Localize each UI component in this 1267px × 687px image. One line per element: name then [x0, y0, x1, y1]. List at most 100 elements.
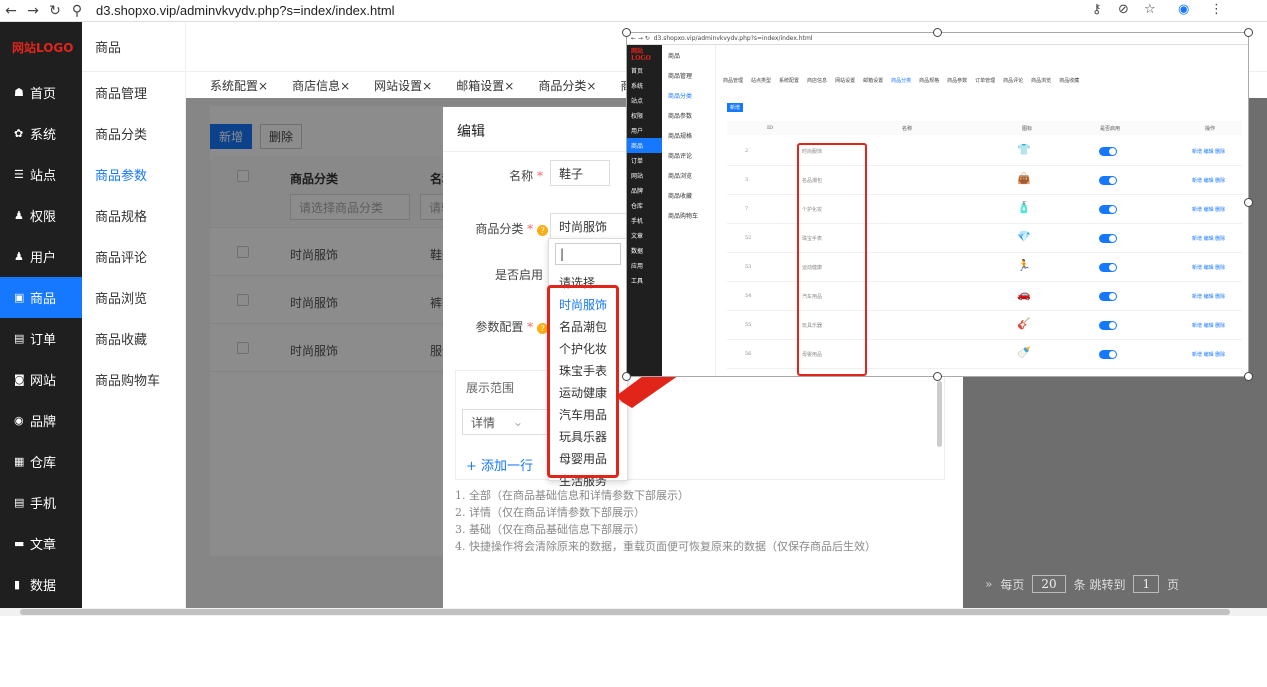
- inset-tab[interactable]: 商品浏览: [1031, 77, 1051, 84]
- inset-tab[interactable]: 商品评论: [1003, 77, 1023, 84]
- inset-sidebar-item[interactable]: 订单: [627, 153, 662, 168]
- inset-sidebar-item[interactable]: 文章: [627, 228, 662, 243]
- inset-submenu-item[interactable]: 商品分类: [662, 85, 715, 105]
- inset-sidebar-item[interactable]: 站点: [627, 93, 662, 108]
- submenu-item[interactable]: 商品购物车: [82, 359, 185, 400]
- submenu-item[interactable]: 商品参数: [82, 154, 185, 195]
- submenu-item[interactable]: 商品规格: [82, 195, 185, 236]
- sidebar-item[interactable]: ▣ 商品: [0, 277, 82, 318]
- sidebar-item[interactable]: ◉ 品牌: [0, 400, 82, 441]
- inset-sidebar-item[interactable]: 系统: [627, 78, 662, 93]
- inset-sidebar-item[interactable]: 权限: [627, 108, 662, 123]
- handle[interactable]: [1244, 28, 1253, 37]
- inset-row-ops[interactable]: 新增 编辑 删除: [1192, 322, 1225, 329]
- tab-item[interactable]: 邮箱设置×: [432, 77, 514, 94]
- submenu-item[interactable]: 商品分类: [82, 113, 185, 154]
- sidebar-item[interactable]: ✎ 工具: [0, 646, 82, 687]
- star-icon[interactable]: ☆: [1144, 2, 1156, 17]
- per-page-input[interactable]: 20: [1032, 575, 1066, 593]
- sidebar-item[interactable]: ▤ 订单: [0, 318, 82, 359]
- tab-item[interactable]: 网站设置×: [350, 77, 432, 94]
- sidebar-item[interactable]: ▤ 手机: [0, 482, 82, 523]
- enabled-toggle[interactable]: [1099, 147, 1117, 156]
- tab-close-icon[interactable]: ×: [422, 79, 432, 93]
- category-select[interactable]: 时尚服饰: [550, 213, 630, 239]
- handle[interactable]: [1244, 372, 1253, 381]
- inset-tab[interactable]: 站点类型: [751, 77, 771, 84]
- inset-row-ops[interactable]: 新增 编辑 删除: [1192, 177, 1225, 184]
- inset-sidebar-item[interactable]: 数据: [627, 243, 662, 258]
- dropdown-search-input[interactable]: |: [555, 243, 621, 265]
- inset-tab[interactable]: 商品管理: [723, 77, 743, 84]
- submenu-item[interactable]: 商品评论: [82, 236, 185, 277]
- sidebar-item[interactable]: ♟ 权限: [0, 195, 82, 236]
- inset-submenu-item[interactable]: 商品购物车: [662, 205, 715, 225]
- tab-item[interactable]: 系统配置×: [186, 77, 268, 94]
- range-select[interactable]: 详情 ⌄: [462, 409, 548, 435]
- site-info-icon[interactable]: ⚲: [66, 3, 88, 19]
- sidebar-item[interactable]: ▦ 仓库: [0, 441, 82, 482]
- inset-tab[interactable]: 订单管理: [975, 77, 995, 84]
- inset-submenu-item[interactable]: 商品规格: [662, 125, 715, 145]
- back-icon[interactable]: ←: [0, 3, 22, 19]
- forward-icon[interactable]: →: [22, 3, 44, 19]
- sidebar-item[interactable]: ▮ 数据: [0, 564, 82, 605]
- inset-tab[interactable]: 邮箱设置: [863, 77, 883, 84]
- sidebar-item[interactable]: ✿ 系统: [0, 113, 82, 154]
- inset-submenu-item[interactable]: 商品收藏: [662, 185, 715, 205]
- enabled-toggle[interactable]: [1099, 234, 1117, 243]
- inset-submenu-item[interactable]: 商品浏览: [662, 165, 715, 185]
- address-bar[interactable]: d3.shopxo.vip/adminvkvydv.php?s=index/in…: [96, 3, 395, 18]
- inset-row-ops[interactable]: 新增 编辑 删除: [1192, 293, 1225, 300]
- inset-sidebar-item[interactable]: 工具: [627, 273, 662, 288]
- range-scrollbar[interactable]: [937, 381, 942, 447]
- tab-close-icon[interactable]: ×: [340, 79, 350, 93]
- inset-tab[interactable]: 商店信息: [807, 77, 827, 84]
- inset-submenu-item[interactable]: 商品参数: [662, 105, 715, 125]
- inset-tab[interactable]: 商品收藏: [1059, 77, 1079, 84]
- sidebar-item[interactable]: ♟ 用户: [0, 236, 82, 277]
- enabled-toggle[interactable]: [1099, 176, 1117, 185]
- submenu-item[interactable]: 商品收藏: [82, 318, 185, 359]
- handle[interactable]: [622, 28, 631, 37]
- tab-item[interactable]: 商店信息×: [268, 77, 350, 94]
- inset-tab[interactable]: 网站设置: [835, 77, 855, 84]
- inset-sidebar-item[interactable]: 应用: [627, 258, 662, 273]
- inset-sidebar-item[interactable]: 用户: [627, 123, 662, 138]
- name-input[interactable]: 鞋子: [550, 160, 610, 186]
- inset-sidebar-item[interactable]: 品牌: [627, 183, 662, 198]
- enabled-toggle[interactable]: [1099, 205, 1117, 214]
- sidebar-item[interactable]: ☰ 站点: [0, 154, 82, 195]
- inset-sidebar-item[interactable]: 商品: [627, 138, 662, 153]
- inset-submenu-item[interactable]: 商品: [662, 45, 715, 65]
- inset-sidebar-item[interactable]: 手机: [627, 213, 662, 228]
- inset-row-ops[interactable]: 新增 编辑 删除: [1192, 206, 1225, 213]
- eye-off-icon[interactable]: ⊘: [1118, 2, 1129, 17]
- sidebar-item[interactable]: ▬ 文章: [0, 523, 82, 564]
- sidebar-item[interactable]: ☗ 首页: [0, 72, 82, 113]
- horizontal-scrollbar[interactable]: [0, 608, 1267, 616]
- enabled-toggle[interactable]: [1099, 350, 1117, 359]
- handle[interactable]: [933, 28, 942, 37]
- inset-tab[interactable]: 系统配置: [779, 77, 799, 84]
- enabled-toggle[interactable]: [1099, 263, 1117, 272]
- handle[interactable]: [933, 372, 942, 381]
- profile-icon[interactable]: ◉: [1178, 2, 1189, 17]
- inset-sidebar-item[interactable]: 仓库: [627, 198, 662, 213]
- inset-tab[interactable]: 商品参数: [947, 77, 967, 84]
- tab-close-icon[interactable]: ×: [258, 79, 268, 93]
- handle[interactable]: [1244, 198, 1253, 207]
- password-key-icon[interactable]: ⚷: [1092, 2, 1102, 17]
- reload-icon[interactable]: ↻: [44, 3, 66, 19]
- inset-row-ops[interactable]: 新增 编辑 删除: [1192, 148, 1225, 155]
- submenu-item[interactable]: 商品管理: [82, 72, 185, 113]
- jump-page-input[interactable]: 1: [1133, 575, 1160, 593]
- inset-submenu-item[interactable]: 商品管理: [662, 65, 715, 85]
- inset-submenu-item[interactable]: 商品评论: [662, 145, 715, 165]
- inset-row-ops[interactable]: 新增 编辑 删除: [1192, 264, 1225, 271]
- inset-sidebar-item[interactable]: 首页: [627, 63, 662, 78]
- submenu-item[interactable]: 商品浏览: [82, 277, 185, 318]
- tab-item[interactable]: 商品分类×: [514, 77, 596, 94]
- inset-tab[interactable]: 商品规格: [919, 77, 939, 84]
- handle[interactable]: [622, 372, 631, 381]
